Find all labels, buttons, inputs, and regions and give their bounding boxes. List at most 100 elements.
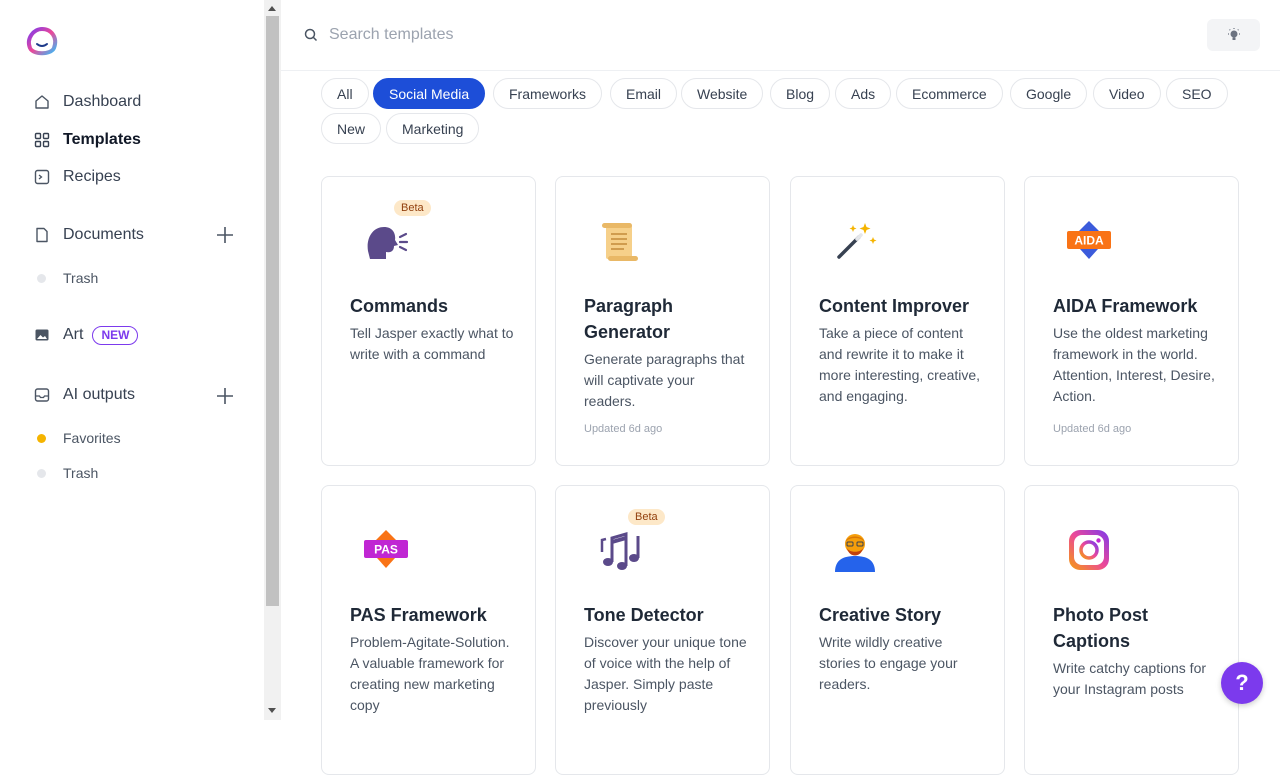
sidebar-item-label: Favorites bbox=[63, 430, 121, 446]
card-updated: Updated 6d ago bbox=[584, 423, 663, 435]
card-title: AIDA Framework bbox=[1053, 296, 1198, 316]
image-icon bbox=[33, 326, 51, 344]
filter-chip-marketing[interactable]: Marketing bbox=[386, 113, 480, 144]
scroll-down-icon[interactable] bbox=[268, 708, 276, 713]
terminal-icon bbox=[33, 168, 51, 186]
storyteller-icon bbox=[835, 534, 875, 572]
chip-label: All bbox=[337, 85, 353, 102]
template-card-photo-post-captions[interactable]: Photo Post Captions Write catchy caption… bbox=[1024, 485, 1239, 775]
chip-label: Email bbox=[626, 85, 662, 102]
card-updated: Updated 6d ago bbox=[1053, 423, 1132, 435]
template-card-tone-detector[interactable]: Beta Tone Detector Discover your unique … bbox=[555, 485, 770, 775]
chip-label: Video bbox=[1109, 85, 1145, 102]
documents-trash-item[interactable]: Trash bbox=[37, 270, 98, 286]
scroll-up-icon[interactable] bbox=[268, 6, 276, 11]
card-description: Generate paragraphs that will captivate … bbox=[584, 351, 745, 409]
template-card-paragraph-generator[interactable]: Paragraph Generator Generate paragraphs … bbox=[555, 176, 770, 466]
sidebar-item-recipes[interactable]: Recipes bbox=[33, 165, 121, 189]
filter-chip-email[interactable]: Email bbox=[610, 78, 678, 109]
card-title: Commands bbox=[350, 296, 449, 316]
chip-label: Google bbox=[1026, 85, 1072, 102]
filter-chip-frameworks[interactable]: Frameworks bbox=[493, 78, 603, 109]
sidebar-item-ai-outputs[interactable]: AI outputs bbox=[33, 383, 135, 407]
grid-icon bbox=[33, 131, 51, 149]
card-description: Write wildly creative stories to engage … bbox=[819, 634, 958, 692]
beta-badge: Beta bbox=[394, 200, 431, 216]
chip-label: Ecommerce bbox=[912, 85, 987, 102]
sidebar-item-label: Documents bbox=[63, 226, 144, 243]
template-card-pas-framework[interactable]: PAS PAS Framework Problem-Agitate-Soluti… bbox=[321, 485, 536, 775]
sidebar-item-label: Trash bbox=[63, 270, 99, 286]
instagram-icon bbox=[1069, 530, 1109, 570]
sidebar-item-label: Dashboard bbox=[63, 93, 142, 110]
filter-chip-social-media[interactable]: Social Media bbox=[373, 78, 486, 109]
filter-chip-ecommerce[interactable]: Ecommerce bbox=[896, 78, 1003, 109]
filter-chip-google[interactable]: Google bbox=[1010, 78, 1088, 109]
card-title: PAS Framework bbox=[350, 605, 487, 625]
new-badge: NEW bbox=[92, 325, 139, 345]
sidebar-item-label: Recipes bbox=[63, 168, 121, 185]
inbox-icon bbox=[33, 386, 51, 404]
sidebar-item-label: AI outputs bbox=[63, 386, 136, 403]
search-icon bbox=[304, 28, 318, 42]
pas-icon-label: PAS bbox=[374, 543, 398, 557]
template-card-creative-story[interactable]: Creative Story Write wildly creative sto… bbox=[790, 485, 1005, 775]
filter-chip-video[interactable]: Video bbox=[1093, 78, 1161, 109]
filter-chip-all[interactable]: All bbox=[321, 78, 369, 109]
chip-label: New bbox=[337, 120, 366, 137]
chip-label: Social Media bbox=[389, 85, 470, 102]
chip-label: Website bbox=[697, 85, 748, 102]
chip-label: Frameworks bbox=[509, 85, 587, 102]
aida-icon: AIDA bbox=[1067, 221, 1111, 259]
scroll-thumb[interactable] bbox=[266, 16, 279, 606]
template-card-aida-framework[interactable]: AIDA AIDA Framework Use the oldest marke… bbox=[1024, 176, 1239, 466]
beta-badge: Beta bbox=[628, 509, 665, 525]
sidebar-scrollbar[interactable] bbox=[264, 0, 281, 720]
sidebar-item-label: Art bbox=[63, 326, 84, 343]
card-description: Take a piece of content and rewrite it t… bbox=[819, 325, 981, 404]
sidebar-item-documents[interactable]: Documents bbox=[33, 223, 144, 247]
card-title: Tone Detector bbox=[584, 605, 704, 625]
theme-toggle-button[interactable] bbox=[1207, 19, 1260, 51]
chip-label: Marketing bbox=[402, 120, 464, 137]
sidebar-item-dashboard[interactable]: Dashboard bbox=[33, 90, 141, 114]
card-description: Write catchy captions for your Instagram… bbox=[1053, 660, 1207, 697]
add-document-icon[interactable] bbox=[214, 224, 236, 246]
template-card-commands[interactable]: Beta Commands Tell Jasper exactly what t… bbox=[321, 176, 536, 466]
home-icon bbox=[33, 93, 51, 111]
sidebar-item-art[interactable]: Art NEW bbox=[33, 323, 139, 347]
filter-chip-website[interactable]: Website bbox=[681, 78, 764, 109]
add-ai-output-icon[interactable] bbox=[214, 385, 236, 407]
sidebar-item-templates[interactable]: Templates bbox=[33, 128, 141, 152]
chip-label: Ads bbox=[851, 85, 876, 102]
search-input[interactable] bbox=[329, 22, 829, 48]
pas-icon: PAS bbox=[364, 530, 408, 568]
ai-outputs-trash-item[interactable]: Trash bbox=[37, 465, 98, 481]
filter-chip-blog[interactable]: Blog bbox=[770, 78, 831, 109]
jasper-logo-icon[interactable] bbox=[24, 26, 60, 58]
filter-chip-ads[interactable]: Ads bbox=[835, 78, 892, 109]
filter-chip-new[interactable]: New bbox=[321, 113, 382, 144]
card-description: Tell Jasper exactly what to write with a… bbox=[350, 325, 514, 362]
template-card-content-improver[interactable]: Content Improver Take a piece of content… bbox=[790, 176, 1005, 466]
card-title: Photo Post Captions bbox=[1053, 605, 1148, 651]
help-button[interactable]: ? bbox=[1221, 662, 1263, 704]
filter-chip-seo[interactable]: SEO bbox=[1166, 78, 1228, 109]
card-title: Creative Story bbox=[819, 605, 942, 625]
magic-wand-icon bbox=[837, 223, 877, 259]
music-notes-icon bbox=[600, 532, 640, 570]
sidebar-item-label: Trash bbox=[63, 465, 99, 481]
card-description: Use the oldest marketing framework in th… bbox=[1053, 325, 1215, 404]
chip-label: Blog bbox=[786, 85, 815, 102]
aida-icon-label: AIDA bbox=[1074, 234, 1104, 248]
speaking-head-icon bbox=[367, 227, 409, 259]
status-dot bbox=[37, 433, 46, 443]
status-dot bbox=[37, 468, 46, 478]
scroll-icon bbox=[602, 223, 638, 261]
chip-label: SEO bbox=[1182, 85, 1212, 102]
status-dot bbox=[37, 273, 46, 283]
lightbulb-icon bbox=[1227, 28, 1240, 40]
card-description: Discover your unique tone of voice with … bbox=[584, 634, 747, 713]
header bbox=[281, 0, 1280, 71]
favorites-item[interactable]: Favorites bbox=[37, 430, 121, 446]
